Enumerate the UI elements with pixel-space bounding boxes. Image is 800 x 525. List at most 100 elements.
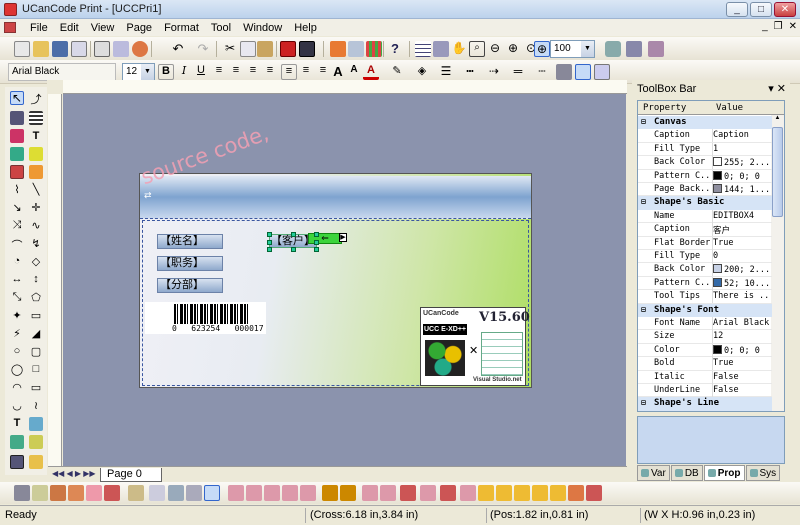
save-all-icon[interactable]: [71, 41, 87, 57]
property-value[interactable]: EDITBOX4: [713, 211, 771, 221]
shrink-font-icon[interactable]: A: [346, 64, 362, 80]
pie-icon[interactable]: ◔: [10, 255, 24, 269]
arrange-icon[interactable]: [648, 41, 664, 57]
ellipse-icon[interactable]: ◯: [10, 363, 24, 377]
field-title[interactable]: 【职务】: [157, 256, 223, 271]
maximize-button[interactable]: □: [750, 2, 772, 17]
property-value[interactable]: 1: [713, 144, 771, 154]
arc-icon[interactable]: ⌒: [10, 237, 24, 252]
mdi-restore-icon[interactable]: ❐: [774, 21, 783, 32]
minimize-button[interactable]: _: [726, 2, 748, 17]
pen-color-icon[interactable]: ✎: [389, 64, 405, 80]
property-row[interactable]: Page Back... 144; 1...: [638, 183, 772, 197]
same-width-icon[interactable]: [322, 485, 338, 501]
flip-icon[interactable]: [149, 485, 165, 501]
dimension-h-icon[interactable]: ↔: [10, 273, 24, 287]
menu-page[interactable]: Page: [120, 22, 158, 34]
resize-handle[interactable]: [314, 247, 319, 252]
lock-icon[interactable]: [168, 485, 184, 501]
property-row[interactable]: Font Name Arial Black: [638, 317, 772, 331]
wave-icon[interactable]: ≀: [29, 399, 43, 413]
menu-tool[interactable]: Tool: [205, 22, 237, 34]
same-height-icon[interactable]: [340, 485, 356, 501]
resize-handle[interactable]: [267, 240, 272, 245]
property-row[interactable]: Bold True: [638, 357, 772, 371]
export-icon[interactable]: [330, 41, 346, 57]
lock-active-icon[interactable]: [204, 485, 220, 501]
bold-icon[interactable]: B: [158, 64, 174, 80]
italic-icon[interactable]: I: [176, 64, 192, 80]
property-value[interactable]: Caption: [713, 130, 771, 140]
font-name-combo[interactable]: Arial Black: [8, 63, 116, 81]
line-type-icon[interactable]: ═: [510, 64, 526, 80]
order-icon[interactable]: [32, 485, 48, 501]
valign-bottom-icon[interactable]: ≡: [315, 64, 331, 80]
zoom-combo[interactable]: 100 ▼: [550, 40, 595, 58]
page-setup-icon[interactable]: [348, 41, 364, 57]
align-center-icon[interactable]: [246, 485, 262, 501]
open-icon[interactable]: [33, 41, 49, 57]
tab-nav-arrows[interactable]: ◀◀ ◀ ▶ ▶▶: [52, 469, 96, 478]
properties-icon[interactable]: [594, 64, 610, 80]
layer-icon[interactable]: [478, 485, 494, 501]
cut-icon[interactable]: ✂: [222, 41, 238, 57]
barcode-tool-icon[interactable]: [10, 435, 24, 449]
diamond-icon[interactable]: ◇: [29, 255, 43, 269]
line-icon[interactable]: ╲: [29, 183, 43, 197]
print-icon[interactable]: [94, 41, 110, 57]
zoom-tool-icon[interactable]: ⌕: [469, 41, 485, 57]
cross-icon[interactable]: ✛: [29, 201, 43, 215]
property-value[interactable]: 12: [713, 331, 771, 341]
new-icon[interactable]: [14, 41, 30, 57]
grid-section[interactable]: ⊟ Shape's Basic: [638, 196, 772, 210]
panel-close-icon[interactable]: ▾ ✕: [768, 82, 786, 95]
align-right-icon[interactable]: [264, 485, 280, 501]
property-value[interactable]: 0; 0; 0: [713, 170, 771, 182]
menu-format[interactable]: Format: [158, 22, 205, 34]
select-arrow-icon[interactable]: ↖: [10, 91, 24, 105]
unlock-icon[interactable]: [186, 485, 202, 501]
mdi-minimize-icon[interactable]: _: [762, 21, 768, 32]
group-tool-icon[interactable]: [29, 455, 43, 469]
underline-icon[interactable]: U: [193, 64, 209, 80]
layer-bottom-icon[interactable]: [550, 485, 566, 501]
collapse-icon[interactable]: ⊟: [641, 117, 646, 126]
collapse-icon[interactable]: ⊟: [641, 305, 646, 314]
border-icon[interactable]: [575, 64, 591, 80]
center-h-icon[interactable]: [400, 485, 416, 501]
center-v-icon[interactable]: [420, 485, 436, 501]
insert-image-icon[interactable]: [280, 41, 296, 57]
frame-icon[interactable]: ▭: [29, 381, 43, 395]
property-row[interactable]: Fill Type 1: [638, 142, 772, 157]
circle-icon[interactable]: ○: [10, 345, 24, 359]
zoom-in-icon[interactable]: ⊕: [505, 41, 521, 57]
merge-icon[interactable]: [568, 485, 584, 501]
play-icon[interactable]: ▶: [339, 233, 347, 242]
tab-prop[interactable]: Prop: [703, 465, 745, 481]
group-icon[interactable]: [50, 485, 66, 501]
align-right-icon[interactable]: ≡: [245, 64, 261, 80]
image-box-icon[interactable]: [29, 417, 43, 431]
connector-icon[interactable]: ⤨: [10, 219, 24, 233]
chevron-down-icon[interactable]: ▼: [141, 64, 154, 80]
callout-icon[interactable]: ▭: [29, 309, 43, 323]
valign-middle-icon[interactable]: ≡: [298, 64, 314, 80]
resize-handle[interactable]: [314, 232, 319, 237]
line-width-icon[interactable]: ☰: [438, 64, 454, 80]
dash-icon[interactable]: ┄: [534, 64, 550, 80]
save-icon[interactable]: [52, 41, 68, 57]
align-center-icon[interactable]: ≡: [228, 64, 244, 80]
property-value[interactable]: 144; 1...: [713, 184, 771, 195]
text-tool-icon[interactable]: T: [29, 129, 43, 143]
property-row[interactable]: Tool Tips There is ...: [638, 290, 772, 304]
property-value[interactable]: 0: [713, 251, 771, 261]
header-band[interactable]: [140, 176, 531, 219]
resize-handle[interactable]: [267, 232, 272, 237]
text-box-icon[interactable]: T: [10, 417, 24, 431]
polygon-icon[interactable]: ⬠: [29, 291, 43, 305]
field-name[interactable]: 【姓名】: [157, 234, 223, 249]
lightning-icon[interactable]: ⚡: [10, 327, 24, 341]
align-icon[interactable]: [605, 41, 621, 57]
menu-edit[interactable]: Edit: [54, 22, 85, 34]
design-page[interactable]: source code, ⇄ 【姓名】 【职务】 【分部】 【客户】 ⇐ ▶ 0…: [138, 121, 532, 388]
